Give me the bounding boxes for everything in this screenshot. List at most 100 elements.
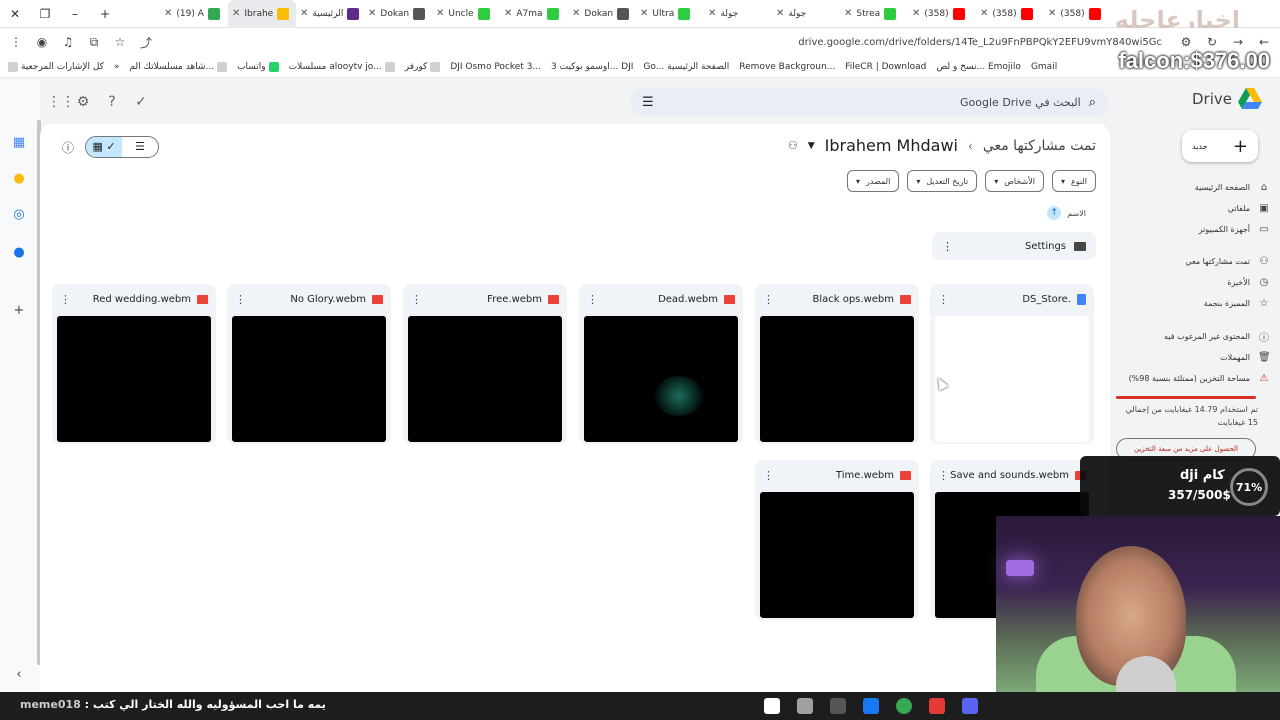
search-options-icon[interactable]: ☰ bbox=[642, 95, 654, 110]
info-icon[interactable]: ⓘ bbox=[62, 139, 74, 156]
forward-icon[interactable]: → bbox=[1230, 35, 1246, 49]
browser-tab[interactable]: ✕ (358) bbox=[1044, 0, 1112, 28]
calendar-icon[interactable]: ▦ bbox=[10, 134, 28, 152]
close-tab-icon[interactable]: ✕ bbox=[708, 8, 716, 19]
bookmark-item[interactable]: نسخ و لص... Emojilo bbox=[936, 62, 1021, 72]
more-actions-icon[interactable]: ⋮ bbox=[938, 293, 949, 306]
bookmark-item[interactable]: مسلسلات alooytv jo... bbox=[289, 61, 395, 72]
browser-tab-active[interactable]: ✕ Ibrahe bbox=[228, 0, 296, 28]
restore-window-icon[interactable]: ❐ bbox=[30, 7, 60, 21]
view-toggle[interactable]: ▦ ✓ ☰ bbox=[85, 136, 159, 158]
bookmark-item[interactable]: اوسمو بوكيت 3... DJI bbox=[551, 62, 633, 72]
list-view-icon[interactable]: ☰ bbox=[122, 137, 158, 157]
taskbar-app-icon[interactable] bbox=[764, 698, 780, 714]
help-icon[interactable]: ? bbox=[104, 94, 120, 110]
browser-tab[interactable]: ✕ الرئيسية bbox=[296, 0, 364, 28]
taskbar-app-icon[interactable] bbox=[830, 698, 846, 714]
close-window-icon[interactable]: ✕ bbox=[0, 7, 30, 21]
bookmark-item[interactable]: Gmail bbox=[1031, 62, 1057, 72]
more-actions-icon[interactable]: ⋮ bbox=[411, 293, 422, 306]
contacts-icon[interactable]: ● bbox=[10, 244, 28, 262]
more-actions-icon[interactable]: ⋮ bbox=[587, 293, 598, 306]
taskbar-app-icon[interactable] bbox=[929, 698, 945, 714]
sidebar-item-recent[interactable]: الأخيرة ◷ bbox=[1120, 273, 1270, 291]
sidebar-item-spam[interactable]: المحتوى غير المرغوب فيه ⓘ bbox=[1120, 327, 1270, 345]
bookmark-item[interactable]: كورفر bbox=[405, 61, 441, 72]
apps-grid-icon[interactable]: ⋮⋮ bbox=[47, 94, 75, 110]
offline-status-icon[interactable]: ✓ bbox=[133, 94, 149, 110]
filter-source[interactable]: ▾ المصدر bbox=[847, 170, 900, 192]
sort-control[interactable]: ↑ الاسم bbox=[1047, 206, 1086, 220]
add-addon-icon[interactable]: + bbox=[10, 302, 28, 320]
breadcrumb-root[interactable]: تمت مشاركتها معي bbox=[983, 138, 1096, 154]
new-tab-icon[interactable]: + bbox=[90, 7, 120, 21]
search-bar[interactable]: ☰ البحث في Google Drive ⌕ bbox=[630, 88, 1108, 116]
discord-icon[interactable] bbox=[962, 698, 978, 714]
bookmark-item[interactable]: FileCR | Download bbox=[845, 62, 926, 72]
close-tab-icon[interactable]: ✕ bbox=[844, 8, 852, 19]
file-card[interactable]: ⋮ No Glory.webm bbox=[227, 284, 391, 444]
sidebar-item-home[interactable]: الصفحة الرئيسية ⌂ bbox=[1120, 178, 1270, 196]
taskbar-app-icon[interactable] bbox=[863, 698, 879, 714]
browser-tab[interactable]: ✕ A7ma bbox=[500, 0, 568, 28]
drive-brand[interactable]: Drive bbox=[1192, 88, 1262, 110]
browser-tab[interactable]: ✕ Ultra bbox=[636, 0, 704, 28]
sort-direction-icon[interactable]: ↑ bbox=[1047, 206, 1062, 220]
browser-tab[interactable]: ✕ Strea bbox=[840, 0, 908, 28]
file-card[interactable]: ⋮ Time.webm bbox=[755, 460, 919, 620]
browser-tab[interactable]: ✕ جولة bbox=[772, 0, 840, 28]
menu-dots-icon[interactable]: ⋮ bbox=[8, 35, 24, 49]
filter-people[interactable]: ▾ الأشخاص bbox=[985, 170, 1044, 192]
bookmark-item[interactable]: Go... الصفحة الرئيسية bbox=[643, 62, 729, 72]
bookmark-star-icon[interactable]: ☆ bbox=[112, 35, 128, 49]
bookmark-item[interactable]: شاهد مسلسلاتك الم... bbox=[129, 61, 228, 72]
sidebar-item-starred[interactable]: المميزة بنجمة ☆ bbox=[1120, 294, 1270, 312]
bookmark-item[interactable]: كل الإشارات المرجعية bbox=[8, 61, 104, 72]
file-card[interactable]: ⋮ Red wedding.webm bbox=[52, 284, 216, 444]
close-tab-icon[interactable]: ✕ bbox=[1048, 8, 1056, 19]
back-icon[interactable]: ← bbox=[1256, 35, 1272, 49]
bookmark-item[interactable]: واتساب bbox=[237, 61, 279, 72]
search-icon[interactable]: ⌕ bbox=[1089, 95, 1096, 110]
sidebar-item-storage[interactable]: مساحة التخزين (ممتلئة بنسبة 98%) ⚠ bbox=[1120, 369, 1270, 387]
extensions-icon[interactable]: ⧉ bbox=[86, 35, 102, 50]
collapse-panel-icon[interactable]: ‹ bbox=[10, 666, 28, 684]
close-tab-icon[interactable]: ✕ bbox=[640, 8, 648, 19]
filter-type[interactable]: ▾ النوع bbox=[1052, 170, 1096, 192]
browser-tab[interactable]: ✕ جولة bbox=[704, 0, 772, 28]
sidebar-item-trash[interactable]: المهملات 🗑 bbox=[1120, 348, 1271, 366]
settings-gear-icon[interactable]: ⚙ bbox=[75, 94, 91, 110]
file-card[interactable]: ⋮ Black ops.webm bbox=[755, 284, 919, 444]
browser-tab[interactable]: ✕ Dokan bbox=[568, 0, 636, 28]
close-tab-icon[interactable]: ✕ bbox=[912, 8, 920, 19]
browser-tab[interactable]: ✕ (358) bbox=[976, 0, 1044, 28]
site-settings-icon[interactable]: ⚙ bbox=[1178, 35, 1194, 49]
close-tab-icon[interactable]: ✕ bbox=[164, 8, 172, 19]
share-icon[interactable]: ⤴ bbox=[138, 34, 154, 51]
bookmark-item[interactable]: DJI Osmo Pocket 3... bbox=[450, 62, 541, 72]
folder-menu-chevron-icon[interactable]: ▼ bbox=[808, 141, 815, 151]
taskbar-app-icon[interactable] bbox=[797, 698, 813, 714]
file-card[interactable]: ⋮ DS_Store. bbox=[930, 284, 1094, 444]
media-icon[interactable]: ♫ bbox=[60, 35, 76, 49]
breadcrumb-current[interactable]: Ibrahem Mhdawi bbox=[825, 136, 958, 155]
chrome-icon[interactable] bbox=[896, 698, 912, 714]
browser-tab[interactable]: ✕ (358) bbox=[908, 0, 976, 28]
more-actions-icon[interactable]: ⋮ bbox=[235, 293, 246, 306]
more-actions-icon[interactable]: ⋮ bbox=[938, 469, 949, 482]
bookmarks-overflow-icon[interactable]: » bbox=[114, 62, 120, 72]
more-actions-icon[interactable]: ⋮ bbox=[763, 293, 774, 306]
sidebar-item-my-drive[interactable]: ملفاتي ▣ bbox=[1120, 199, 1270, 217]
close-tab-icon[interactable]: ✕ bbox=[368, 8, 376, 19]
more-actions-icon[interactable]: ⋮ bbox=[60, 293, 71, 306]
keep-icon[interactable]: ● bbox=[10, 170, 28, 188]
close-tab-icon[interactable]: ✕ bbox=[572, 8, 580, 19]
share-people-icon[interactable]: ⚇ bbox=[788, 139, 798, 152]
tasks-icon[interactable]: ◎ bbox=[10, 206, 28, 224]
profile-icon[interactable]: ◉ bbox=[34, 35, 50, 49]
reload-icon[interactable]: ↻ bbox=[1204, 35, 1220, 49]
filter-modified[interactable]: ▾ تاريخ التعديل bbox=[907, 170, 978, 192]
sidebar-item-shared[interactable]: تمت مشاركتها معي ⚇ bbox=[1120, 252, 1270, 270]
url-field[interactable]: drive.google.com/drive/folders/14Te_L2u9… bbox=[164, 37, 1168, 48]
browser-tab[interactable]: ✕ Dokan bbox=[364, 0, 432, 28]
